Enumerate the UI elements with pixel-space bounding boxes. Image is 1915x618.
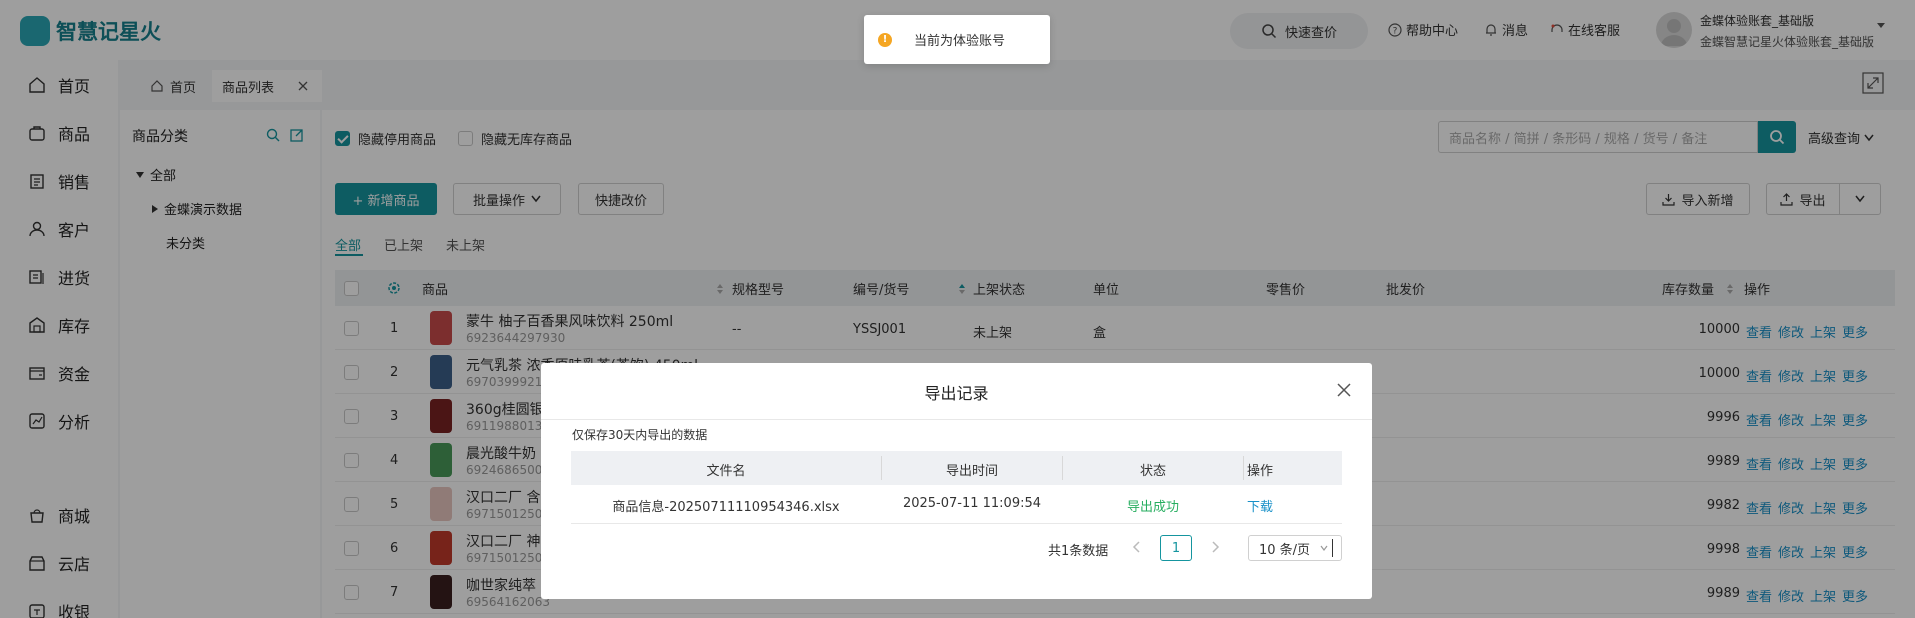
col-export-status: 状态 bbox=[1139, 464, 1166, 479]
download-link[interactable]: 下载 bbox=[1247, 496, 1273, 515]
row-divider bbox=[571, 523, 1342, 524]
page-size-select[interactable]: 10 条/页 bbox=[1248, 535, 1342, 561]
chevron-right-icon bbox=[1212, 541, 1220, 553]
text-cursor bbox=[1332, 539, 1334, 557]
col-export-time: 导出时间 bbox=[945, 464, 998, 479]
export-status: 导出成功 bbox=[1126, 500, 1179, 515]
dialog-title: 导出记录 bbox=[924, 384, 989, 403]
export-time: 2025-07-11 11:09:54 bbox=[902, 496, 1042, 511]
col-export-action: 操作 bbox=[1247, 464, 1274, 479]
col-separator bbox=[1243, 456, 1244, 480]
chevron-left-icon bbox=[1132, 541, 1140, 553]
col-filename: 文件名 bbox=[706, 464, 746, 479]
toast-text: 当前为体验账号 bbox=[914, 34, 1006, 49]
dialog-close-button[interactable] bbox=[1334, 380, 1354, 400]
toast-message: ! 当前为体验账号 bbox=[864, 15, 1050, 64]
dialog-divider bbox=[541, 419, 1372, 420]
export-filename: 商品信息-20250711110954346.xlsx bbox=[612, 500, 840, 515]
page-1-button[interactable]: 1 bbox=[1160, 535, 1192, 561]
chevron-down-icon bbox=[1320, 545, 1328, 551]
close-icon bbox=[1337, 383, 1351, 397]
page-size-label: 10 条/页 bbox=[1259, 542, 1311, 558]
dialog-note: 仅保存30天内导出的数据 bbox=[572, 428, 708, 442]
next-page-button[interactable] bbox=[1210, 541, 1220, 553]
warning-icon: ! bbox=[878, 32, 892, 47]
prev-page-button[interactable] bbox=[1132, 541, 1142, 553]
total-count: 共1条数据 bbox=[1048, 544, 1109, 559]
